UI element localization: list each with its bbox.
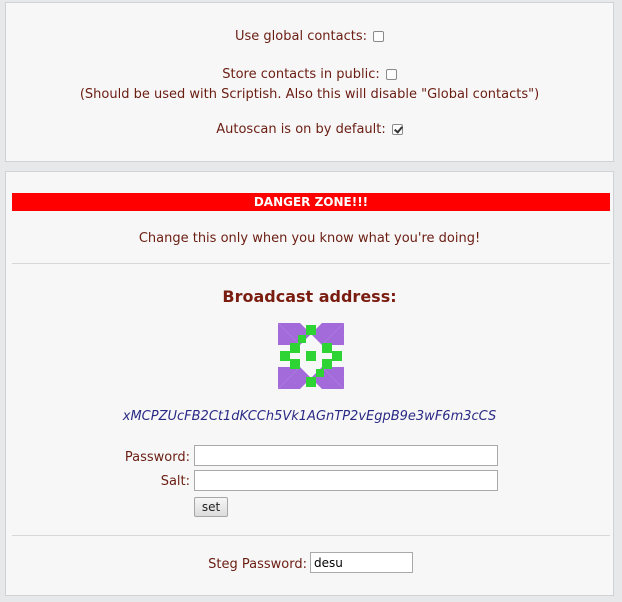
global-contacts-checkbox[interactable] [373,31,384,42]
identicon-shape [306,325,316,335]
store-public-note: (Should be used with Scriptish. Also thi… [79,87,540,102]
identicon-pattern [278,323,344,389]
global-contacts-label: Use global contacts: [235,29,367,44]
identicon-shape [290,359,300,369]
divider [12,535,610,536]
identicon-shape [298,335,306,343]
autoscan-label: Autoscan is on by default: [216,122,386,137]
autoscan-row: Autoscan is on by default: [6,122,613,137]
set-button[interactable]: set [194,497,228,517]
steg-password-input[interactable] [310,552,413,573]
identicon-shape [290,343,300,353]
global-contacts-row: Use global contacts: [6,29,613,44]
identicon-shape [322,359,332,369]
identicon-shape [332,351,342,361]
identicon-shape [306,377,316,387]
salt-label: Salt: [160,474,190,489]
password-input[interactable] [194,445,498,466]
store-public-label: Store contacts in public: [222,67,380,82]
store-public-row: Store contacts in public: [6,67,613,82]
identicon-image [278,323,344,389]
divider [12,263,610,264]
broadcast-address: xMCPZUcFB2Ct1dKCCh5Vk1AGnTP2vEgpB9e3wF6m… [122,409,497,424]
danger-zone-banner: DANGER ZONE!!! [12,193,610,211]
identicon-shape [322,343,332,353]
salt-input[interactable] [194,470,498,491]
identicon-shape [306,351,316,361]
steg-password-label: Steg Password: [208,557,307,572]
autoscan-checkbox[interactable] [391,124,403,135]
identicon-shape [280,351,290,361]
identicon-shape [316,369,324,377]
danger-zone-panel: DANGER ZONE!!! Change this only when you… [5,171,614,596]
danger-warning-text: Change this only when you know what you'… [138,231,481,246]
broadcast-title: Broadcast address: [222,287,397,306]
store-public-checkbox[interactable] [385,69,397,80]
password-label: Password: [124,450,190,465]
options-panel: Use global contacts: Store contacts in p… [5,2,614,162]
